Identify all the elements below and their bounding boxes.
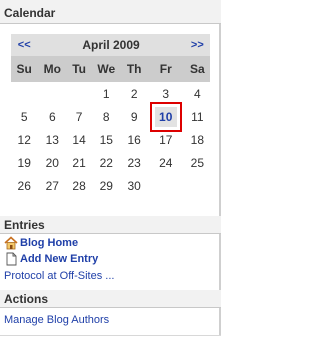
calendar-cell: 29: [91, 174, 122, 197]
calendar-day[interactable]: 5: [21, 110, 28, 124]
calendar-day[interactable]: 9: [131, 110, 138, 124]
calendar-week-row: 12 13 14 15 16 17 18: [11, 128, 210, 151]
calendar-day[interactable]: 1: [103, 87, 110, 101]
calendar-day[interactable]: 18: [191, 133, 204, 147]
calendar-cell: 22: [91, 151, 122, 174]
calendar-week-row: 1 2 3 4: [11, 82, 210, 105]
right-divider: [219, 308, 221, 335]
calendar-cell: [185, 174, 210, 197]
calendar-day[interactable]: 21: [72, 156, 85, 170]
weekday-label: Th: [121, 56, 147, 82]
calendar-cell: 1: [91, 82, 122, 105]
calendar-day[interactable]: 22: [100, 156, 113, 170]
calendar-cell: 16: [122, 128, 147, 151]
calendar-cell: 12: [11, 128, 37, 151]
next-month-link[interactable]: >>: [185, 39, 210, 51]
calendar-day[interactable]: 3: [162, 87, 169, 101]
actions-header: Actions: [0, 290, 221, 308]
prev-month-link[interactable]: <<: [11, 39, 37, 51]
calendar-cell: 18: [185, 128, 210, 151]
weekday-label: Su: [11, 56, 38, 82]
add-new-entry-link[interactable]: Add New Entry: [4, 252, 98, 266]
calendar-day[interactable]: 24: [159, 156, 172, 170]
calendar-cell: 26: [11, 174, 37, 197]
right-divider: [219, 24, 221, 216]
calendar-cell: 23: [122, 151, 147, 174]
weekday-row: Su Mo Tu We Th Fr Sa: [11, 56, 210, 82]
entries-header: Entries: [0, 216, 221, 234]
calendar-cell: 30: [122, 174, 147, 197]
calendar-cell: 14: [67, 128, 91, 151]
bottom-divider: [0, 335, 221, 336]
calendar-day-selected[interactable]: 10: [149, 101, 182, 132]
blog-home-label: Blog Home: [20, 237, 79, 249]
weekday-label: Fr: [146, 56, 185, 82]
calendar-cell: 19: [11, 151, 37, 174]
calendar-day[interactable]: 11: [191, 110, 203, 124]
calendar-day[interactable]: 8: [103, 110, 110, 124]
protocol-entry-link[interactable]: Protocol at Off-Sites ...: [4, 270, 114, 282]
calendar-day[interactable]: 26: [18, 179, 31, 193]
calendar-week-row: 5 6 7 8 9 10 11: [11, 101, 210, 132]
calendar-day[interactable]: 30: [128, 179, 141, 193]
calendar-cell: 3: [147, 82, 185, 105]
calendar-day[interactable]: 29: [100, 179, 113, 193]
calendar-cell: 5: [11, 105, 37, 128]
calendar-day[interactable]: 4: [194, 87, 201, 101]
blog-home-link[interactable]: Blog Home: [4, 236, 78, 250]
calendar-cell: 6: [37, 105, 67, 128]
calendar-day[interactable]: 27: [46, 179, 59, 193]
calendar-day[interactable]: 13: [46, 133, 59, 147]
calendar-table: << April 2009 >> Su Mo Tu We Th Fr Sa 12…: [11, 34, 210, 197]
calendar-cell: 21: [67, 151, 91, 174]
calendar-cell: 17: [147, 128, 185, 151]
calendar-day[interactable]: 2: [131, 87, 138, 101]
calendar-cell: 7: [67, 105, 91, 128]
calendar-cell: 27: [37, 174, 67, 197]
calendar-cell: [67, 82, 91, 105]
calendar-day[interactable]: 25: [191, 156, 204, 170]
calendar-day[interactable]: 20: [46, 156, 59, 170]
month-title: April 2009: [82, 38, 140, 52]
calendar-cell: [11, 82, 37, 105]
add-new-entry-label: Add New Entry: [20, 253, 99, 265]
calendar-cell: 28: [67, 174, 91, 197]
calendar-day[interactable]: 19: [18, 156, 31, 170]
calendar-day[interactable]: 17: [159, 133, 172, 147]
weekday-label: Tu: [67, 56, 91, 82]
weekday-label: Mo: [37, 56, 68, 82]
right-divider: [219, 234, 221, 290]
weekday-label: Sa: [184, 56, 210, 82]
calendar-cell: 11: [185, 105, 210, 128]
calendar-day[interactable]: 6: [49, 110, 56, 124]
calendar-cell: 25: [185, 151, 210, 174]
calendar-cell: 4: [185, 82, 210, 105]
calendar-cell: 8: [91, 105, 122, 128]
weekday-label: We: [90, 56, 122, 82]
calendar-cell: 15: [91, 128, 122, 151]
new-document-icon: [4, 252, 18, 266]
calendar-week-row: 26 27 28 29 30: [11, 174, 210, 197]
calendar-cell: 13: [37, 128, 67, 151]
calendar-day[interactable]: 12: [18, 133, 31, 147]
calendar-week-row: 19 20 21 22 23 24 25: [11, 151, 210, 174]
calendar-day[interactable]: 15: [100, 133, 113, 147]
home-icon: [4, 236, 18, 250]
calendar-day[interactable]: 16: [128, 133, 141, 147]
calendar-header: Calendar: [0, 0, 221, 24]
calendar-day[interactable]: 23: [128, 156, 141, 170]
calendar-day[interactable]: 28: [72, 179, 85, 193]
calendar-cell: 20: [37, 151, 67, 174]
calendar-cell: [37, 82, 67, 105]
calendar-day[interactable]: 7: [76, 110, 83, 124]
calendar-cell: 10: [147, 101, 185, 132]
calendar-cell: 9: [122, 105, 147, 128]
calendar-nav-row: << April 2009 >>: [11, 34, 210, 56]
calendar-cell: 24: [147, 151, 185, 174]
calendar-day[interactable]: 14: [72, 133, 85, 147]
manage-blog-authors-link[interactable]: Manage Blog Authors: [4, 314, 109, 326]
calendar-cell: [147, 174, 185, 197]
calendar-cell: 2: [122, 82, 147, 105]
